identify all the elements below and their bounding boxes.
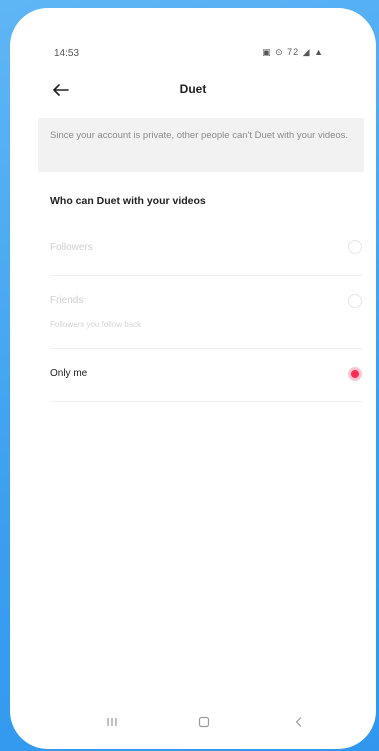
home-icon: [198, 716, 210, 728]
section-title: Who can Duet with your videos: [50, 195, 206, 207]
phone-screen: 14:53 ▣ ⊙ 72 ◢ ▲ Duet Since your account…: [10, 8, 376, 749]
chevron-left-icon: [295, 717, 302, 727]
option-only-me[interactable]: Only me: [50, 350, 362, 402]
status-bar: 14:53 ▣ ⊙ 72 ◢ ▲: [10, 8, 376, 60]
home-button[interactable]: [189, 711, 219, 733]
option-label: Only me: [50, 368, 88, 379]
option-followers[interactable]: Followers: [50, 226, 362, 276]
radio-followers[interactable]: [348, 240, 362, 254]
header: Duet: [10, 74, 376, 106]
status-time: 14:53: [54, 48, 80, 59]
option-label: Friends: [50, 295, 84, 306]
system-back-button[interactable]: [284, 711, 314, 733]
option-label: Followers: [50, 242, 93, 253]
system-nav-bar: [10, 701, 376, 749]
status-icons: ▣ ⊙ 72 ◢ ▲: [262, 47, 324, 57]
recent-apps-button[interactable]: [97, 711, 127, 733]
page-title: Duet: [179, 82, 207, 96]
radio-only-me[interactable]: [348, 367, 362, 381]
privacy-notice: Since your account is private, other peo…: [38, 118, 364, 172]
option-sublabel: Followers you follow back: [50, 320, 142, 329]
option-friends[interactable]: Friends Followers you follow back: [50, 283, 362, 349]
recent-apps-icon: [107, 718, 117, 726]
radio-friends[interactable]: [348, 294, 362, 308]
